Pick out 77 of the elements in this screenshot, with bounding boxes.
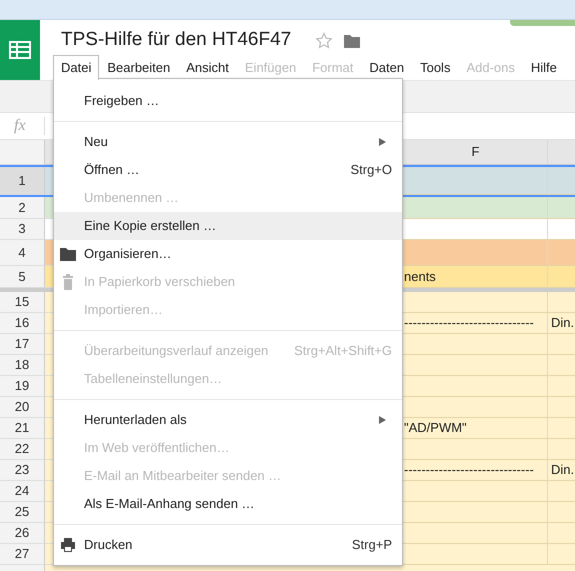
row-number[interactable]: 23 <box>0 460 45 481</box>
menu-item[interactable]: Hilfe <box>522 55 565 79</box>
menu-item-label: Organisieren… <box>84 245 172 264</box>
table-cell <box>548 355 575 376</box>
table-cell: Din. <box>548 313 575 334</box>
printer-icon <box>59 537 77 553</box>
star-icon[interactable] <box>315 30 334 50</box>
menu-item[interactable]: Drucken Strg+P <box>54 531 402 559</box>
menu-item-label: Importieren… <box>84 301 163 320</box>
menu-item[interactable]: Freigeben … <box>54 87 402 115</box>
row-number[interactable]: 2 <box>0 197 45 219</box>
menu-item-label: Überarbeitungsverlauf anzeigen <box>84 342 268 360</box>
menu-item[interactable]: Tools <box>412 55 458 79</box>
menu-item-label: Eine Kopie erstellen … <box>84 217 216 236</box>
row-number[interactable]: 4 <box>0 240 45 266</box>
table-cell <box>548 167 575 195</box>
row-number[interactable]: 22 <box>0 439 45 460</box>
menu-item[interactable]: Herunterladen als <box>54 406 402 434</box>
menu-item-label: Umbenennen … <box>84 189 179 208</box>
table-cell <box>548 197 575 219</box>
column-header[interactable]: F <box>402 140 548 165</box>
menu-item-label: E-Mail an Mitbearbeiter senden … <box>84 467 282 486</box>
table-cell <box>548 292 575 313</box>
row-number[interactable]: 20 <box>0 397 45 418</box>
menu-item[interactable]: Ansicht <box>178 55 237 79</box>
menu-item-label: Tabelleneinstellungen… <box>84 370 222 388</box>
row-number[interactable]: 26 <box>0 523 45 544</box>
document-title: TPS-Hilfe für den HT46F47 <box>61 28 292 52</box>
menu-item[interactable]: Bearbeiten <box>99 55 178 79</box>
shortcut-label: Strg+O <box>350 161 392 180</box>
table-cell <box>548 523 575 544</box>
row-number[interactable]: 25 <box>0 502 45 523</box>
menu-item-label: Drucken <box>84 536 132 554</box>
menu-item[interactable]: Öffnen … Strg+O <box>54 156 402 184</box>
table-cell: "AD/PWM" <box>402 418 548 439</box>
table-cell <box>548 376 575 397</box>
menu-item-label: Freigeben … <box>84 92 160 110</box>
row-number[interactable]: 21 <box>0 418 45 439</box>
sheets-logo-icon[interactable] <box>0 20 40 80</box>
table-cell <box>548 481 575 502</box>
table-cell <box>548 502 575 523</box>
menu-item[interactable]: Daten <box>361 55 412 79</box>
menu-item-label: Neu <box>84 133 108 152</box>
table-cell <box>548 439 575 460</box>
row-number[interactable]: 19 <box>0 376 45 397</box>
menu-item[interactable]: Als E-Mail-Anhang senden … <box>54 490 402 518</box>
menu-item[interactable]: Neu <box>54 128 402 156</box>
row-number[interactable]: 17 <box>0 334 45 355</box>
menu-item-label: Öffnen … <box>84 161 140 180</box>
menu-item-label: Als E-Mail-Anhang senden … <box>84 495 255 514</box>
table-cell <box>548 397 575 418</box>
menu-item[interactable]: Eine Kopie erstellen … <box>54 212 402 240</box>
table-cell: nents <box>402 266 548 288</box>
table-cell <box>548 266 575 288</box>
row-number[interactable]: 18 <box>0 355 45 376</box>
table-cell: ------------------------------ <box>402 460 548 481</box>
shortcut-label: Strg+P <box>352 536 392 554</box>
table-cell: ------------------------------ <box>402 313 548 334</box>
table-cell <box>548 418 575 439</box>
shortcut-label: Strg+Alt+Shift+G <box>294 342 392 360</box>
folder-icon <box>59 246 77 262</box>
row-number[interactable]: 1 <box>0 167 45 195</box>
formula-label: fx <box>0 117 45 135</box>
row-number[interactable]: 15 <box>0 292 45 313</box>
table-cell: Din. <box>548 460 575 481</box>
menu-item-label: In Papierkorb verschieben <box>84 273 236 292</box>
menu-item-label: Herunterladen als <box>84 411 187 430</box>
row-number[interactable]: 3 <box>0 219 45 240</box>
menu-item[interactable]: Organisieren… <box>54 240 402 268</box>
table-cell <box>548 240 575 266</box>
menu-item[interactable]: Datei <box>53 55 100 80</box>
row-number[interactable]: 24 <box>0 481 45 502</box>
row-number[interactable]: 27 <box>0 544 45 565</box>
row-number[interactable]: 5 <box>0 266 45 288</box>
menu-item-label: Im Web veröffentlichen… <box>84 439 230 458</box>
table-cell <box>548 334 575 355</box>
row-number[interactable]: 16 <box>0 313 45 334</box>
